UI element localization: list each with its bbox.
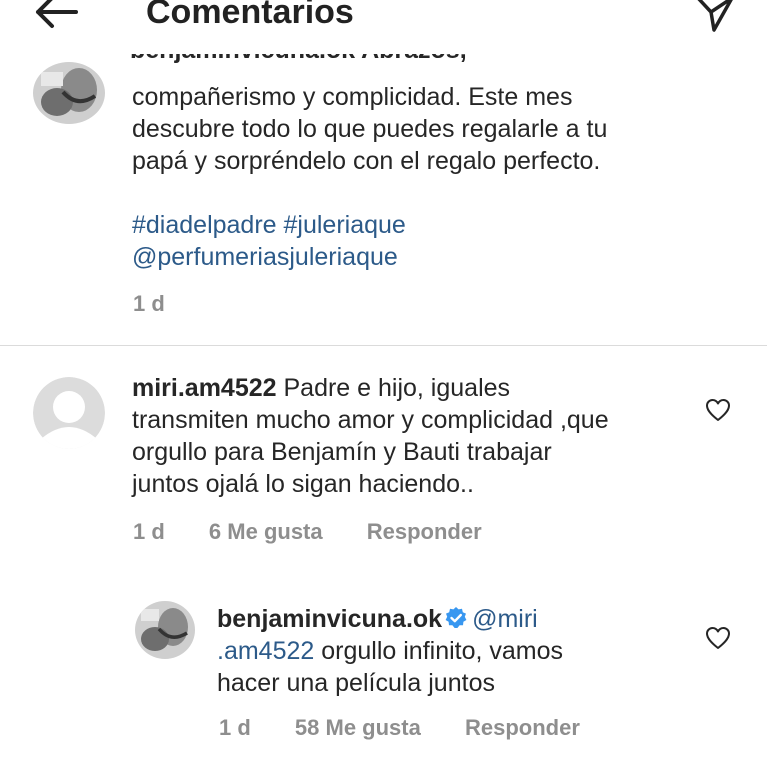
caption-tags: #diadelpadre #juleriaque @perfumeriasjul… — [132, 209, 732, 273]
comment-reply-button[interactable]: Responder — [367, 519, 482, 545]
reply-mention-link-cont[interactable]: .am4522 — [217, 637, 314, 665]
reply-username[interactable]: benjaminvicuna.ok — [217, 605, 442, 633]
reply-likes-link[interactable]: 58 Me gusta — [295, 715, 421, 741]
caption-line: papá y sorpréndelo con el regalo perfect… — [132, 147, 601, 175]
reply-like-heart-icon[interactable] — [705, 626, 731, 650]
commenter-avatar[interactable] — [33, 377, 105, 449]
caption-truncated-header: benjaminvicuna.ok Abrazos, — [130, 54, 520, 72]
caption-text: compañerismo y complicidad. Este mes des… — [132, 81, 732, 177]
caption-line: compañerismo y complicidad. Este mes — [132, 83, 573, 111]
comment-text-line: transmiten mucho amor y complicidad ,que — [132, 406, 609, 434]
comment-username[interactable]: miri.am4522 — [132, 374, 277, 402]
caption-truncated-text: benjaminvicuna.ok Abrazos, — [130, 54, 467, 64]
comment-text-line: orgullo para Benjamín y Bauti trabajar — [132, 438, 552, 466]
reply-mention-link[interactable]: @miri — [472, 605, 538, 633]
reply-avatar[interactable] — [135, 601, 195, 659]
divider — [0, 345, 767, 346]
caption-line: descubre todo lo que puedes regalarle a … — [132, 115, 608, 143]
page-title: Comentarios — [146, 0, 354, 31]
caption-meta: 1 d — [133, 291, 165, 317]
caption-time: 1 d — [133, 291, 165, 316]
comment-body: miri.am4522 Padre e hijo, iguales transm… — [132, 372, 692, 500]
hashtags-link[interactable]: #diadelpadre #juleriaque — [132, 209, 732, 241]
comment-like-heart-icon[interactable] — [705, 398, 731, 422]
send-icon[interactable] — [694, 0, 736, 34]
comment-text-line: juntos ojalá lo sigan haciendo.. — [132, 470, 474, 498]
verified-badge-icon — [444, 606, 468, 630]
reply-meta: 1 d 58 Me gusta Responder — [219, 715, 580, 741]
reply-body: benjaminvicuna.ok @miri .am4522 orgullo i… — [217, 603, 687, 699]
comment-meta: 1 d 6 Me gusta Responder — [133, 519, 482, 545]
header: Comentarios — [0, 0, 767, 40]
back-arrow-icon[interactable] — [30, 0, 82, 36]
comment-time: 1 d — [133, 519, 165, 544]
comment-text-line: Padre e hijo, iguales — [276, 374, 511, 402]
reply-text-line: hacer una película juntos — [217, 669, 495, 697]
comment-likes-link[interactable]: 6 Me gusta — [209, 519, 323, 545]
reply-time: 1 d — [219, 715, 251, 740]
reply-text-line: orgullo infinito, vamos — [314, 637, 564, 665]
mention-link[interactable]: @perfumeriasjuleriaque — [132, 241, 732, 273]
reply-reply-button[interactable]: Responder — [465, 715, 580, 741]
author-avatar[interactable] — [33, 62, 105, 124]
